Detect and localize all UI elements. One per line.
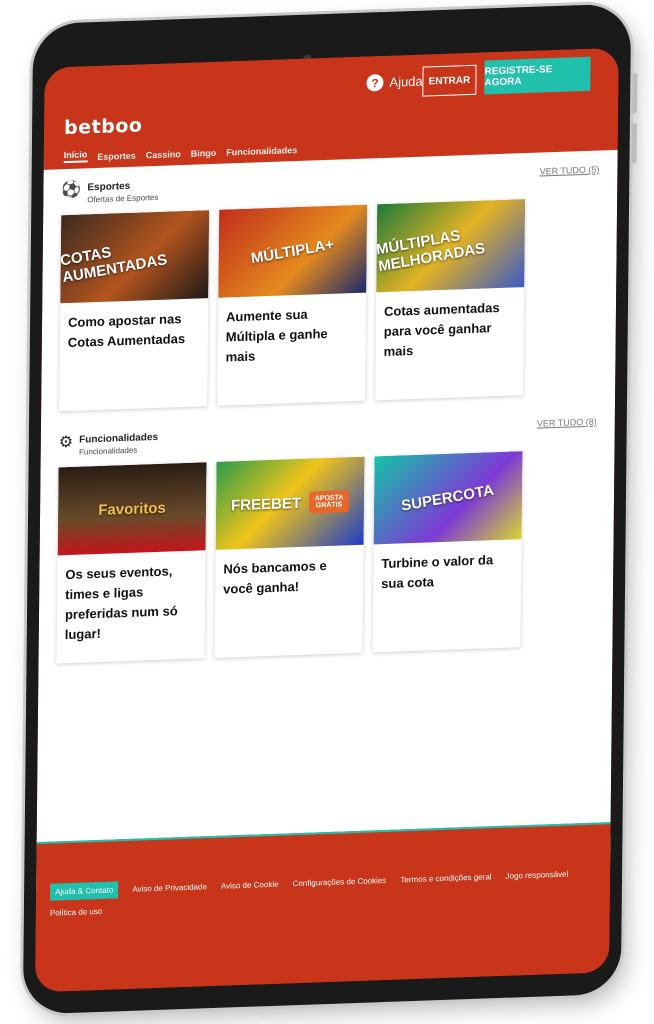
promo-card[interactable]: FREEBET APOSTA GRÁTIS Nós bancamos e voc… <box>214 456 365 658</box>
card-image: MÚLTIPLAS MELHORADAS <box>376 199 526 293</box>
footer-link-privacy[interactable]: Aviso de Privacidade <box>132 882 207 894</box>
features-icon: ⚙ <box>58 433 74 452</box>
register-button[interactable]: REGISTRE-SE AGORA <box>484 56 591 95</box>
card-text: Nós bancamos e você ganha! <box>223 558 327 597</box>
promo-card[interactable]: SUPERCOTA Turbine o valor da sua cota <box>372 451 523 653</box>
footer-link-help[interactable]: Ajuda & Contato <box>50 881 119 901</box>
footer-link-terms[interactable]: Termos e condições geral <box>400 872 491 884</box>
tablet-side-button <box>632 73 638 114</box>
nav-item-bingo[interactable]: Bingo <box>191 148 217 159</box>
help-link[interactable]: ? Ajuda <box>366 73 423 92</box>
see-all-link[interactable]: VER TUDO (5) <box>540 164 600 176</box>
card-image: Favoritos <box>57 462 207 556</box>
tablet-side-button <box>631 123 637 164</box>
card-image-badge: APOSTA GRÁTIS <box>308 490 350 514</box>
card-text: Como apostar nas Cotas Aumentadas <box>67 311 186 351</box>
promo-card[interactable]: Favoritos Os seus eventos, times e ligas… <box>56 462 207 664</box>
section-title: Esportes <box>87 180 131 194</box>
nav-item-funcionalidades[interactable]: Funcionalidades <box>226 145 297 157</box>
card-image-text: SUPERCOTA <box>400 481 496 515</box>
question-icon: ? <box>366 74 384 92</box>
section-funcionalidades: ⚙ Funcionalidades Funcionalidades VER TU… <box>56 417 597 664</box>
card-text: Turbine o valor da sua cota <box>381 552 494 592</box>
promo-card[interactable]: COTAS AUMENTADAS Como apostar nas Cotas … <box>59 210 210 412</box>
login-button[interactable]: ENTRAR <box>422 64 477 97</box>
nav-item-inicio[interactable]: Início <box>63 149 88 164</box>
footer-link-cookie[interactable]: Aviso de Cookie <box>221 880 279 891</box>
logo[interactable]: betboo <box>64 114 143 139</box>
card-image-text: MÚLTIPLAS MELHORADAS <box>376 227 487 276</box>
card-image: FREEBET APOSTA GRÁTIS <box>215 456 365 550</box>
section-title: Funcionalidades <box>79 431 159 446</box>
card-image: MÚLTIPLA+ <box>218 204 368 298</box>
card-image: SUPERCOTA <box>373 451 523 545</box>
footer-link-cookie-settings[interactable]: Configurações de Cookies <box>293 876 387 888</box>
footer-link-policy[interactable]: Política de uso <box>50 907 103 918</box>
card-image-text: MÚLTIPLA+ <box>250 235 336 267</box>
section-subtitle: Funcionalidades <box>78 445 138 457</box>
footer-link-responsible[interactable]: Jogo responsável <box>506 870 569 881</box>
help-label: Ajuda <box>389 73 423 90</box>
card-text: Cotas aumentadas para você ganhar mais <box>383 299 500 360</box>
section-esportes: ⚽ Esportes Ofertas de Esportes VER TUDO … <box>59 164 600 412</box>
card-text: Aumente sua Múltipla e ganhe mais <box>225 306 328 365</box>
screen: ? Ajuda ENTRAR REGISTRE-SE AGORA betboo … <box>35 47 619 993</box>
nav-item-esportes[interactable]: Esportes <box>97 151 136 162</box>
card-image-text: FREEBET <box>230 494 302 514</box>
promo-card[interactable]: MÚLTIPLAS MELHORADAS Cotas aumentadas pa… <box>375 199 526 401</box>
promo-card[interactable]: MÚLTIPLA+ Aumente sua Múltipla e ganhe m… <box>217 204 368 406</box>
tablet-frame: ? Ajuda ENTRAR REGISTRE-SE AGORA betboo … <box>22 3 638 1015</box>
card-text: Os seus eventos, times e ligas preferida… <box>64 563 178 643</box>
see-all-link[interactable]: VER TUDO (8) <box>537 417 597 429</box>
card-image: COTAS AUMENTADAS <box>60 210 210 304</box>
main-content: ⚽ Esportes Ofertas de Esportes VER TUDO … <box>36 149 618 891</box>
nav-item-cassino[interactable]: Cassino <box>146 149 181 160</box>
footer: Ajuda & Contato Aviso de Privacidade Avi… <box>35 822 611 993</box>
card-image-text: Favoritos <box>98 499 166 519</box>
card-image-text: COTAS AUMENTADAS <box>60 243 169 287</box>
section-subtitle: Ofertas de Esportes <box>87 192 159 205</box>
sports-icon: ⚽ <box>61 181 82 200</box>
